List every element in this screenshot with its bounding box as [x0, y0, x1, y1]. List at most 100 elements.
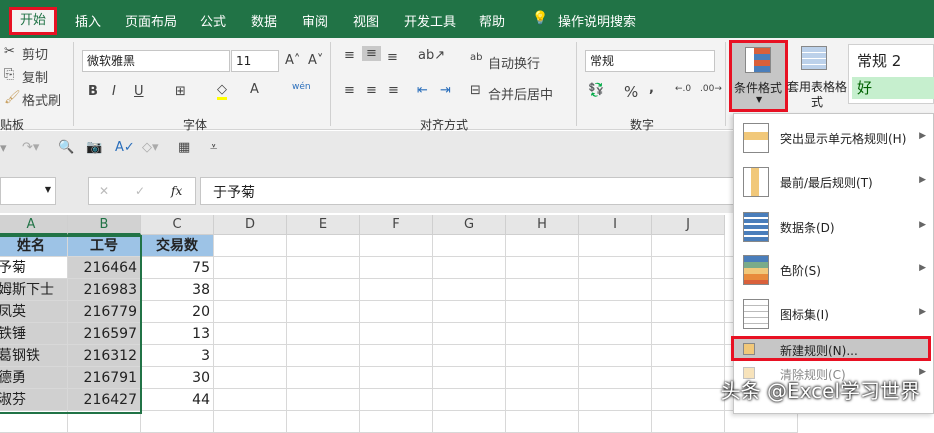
table-cell[interactable]: 30: [141, 367, 214, 389]
cell[interactable]: [652, 301, 725, 323]
cell[interactable]: [433, 411, 506, 433]
phonetic-button[interactable]: wén: [292, 82, 311, 92]
insert-function-button[interactable]: fx: [171, 184, 182, 198]
cell[interactable]: [433, 301, 506, 323]
column-header-F[interactable]: F: [360, 215, 433, 235]
font-size-select[interactable]: 11: [231, 50, 279, 72]
table-cell[interactable]: 75: [141, 257, 214, 279]
percent-button[interactable]: %: [624, 83, 638, 101]
tab-developer[interactable]: 开发工具: [404, 11, 456, 30]
cell[interactable]: [214, 411, 287, 433]
table-cell[interactable]: 3: [141, 345, 214, 367]
tab-page-layout[interactable]: 页面布局: [125, 11, 177, 30]
menu-item-3[interactable]: 色阶(S) ▶: [734, 249, 934, 291]
decrease-font-icon[interactable]: A˅: [308, 53, 323, 68]
conditional-formatting-button[interactable]: 条件格式 ▼: [729, 40, 788, 112]
table-cell[interactable]: 姆斯下士: [0, 279, 68, 301]
cell[interactable]: [652, 389, 725, 411]
cell[interactable]: [506, 411, 579, 433]
table-cell[interactable]: 20: [141, 301, 214, 323]
cell[interactable]: [579, 345, 652, 367]
format-painter-button[interactable]: 格式刷: [22, 90, 61, 109]
cell[interactable]: [433, 389, 506, 411]
column-header-A[interactable]: A: [0, 215, 68, 235]
decrease-indent-icon[interactable]: ⇤: [417, 83, 428, 98]
cell[interactable]: [579, 411, 652, 433]
cell[interactable]: [433, 323, 506, 345]
wrap-text-button[interactable]: 自动换行: [488, 53, 540, 72]
align-right-icon[interactable]: ≡: [388, 83, 399, 98]
italic-button[interactable]: I: [112, 84, 116, 99]
column-header-C[interactable]: C: [141, 215, 214, 235]
increase-font-icon[interactable]: A˄: [285, 53, 300, 68]
spelling-icon[interactable]: A✓: [115, 140, 135, 155]
cell[interactable]: [579, 279, 652, 301]
copy-button[interactable]: 复制: [22, 67, 48, 86]
table-cell[interactable]: 葛钢铁: [0, 345, 68, 367]
format-as-table-button[interactable]: 套用表格格式: [787, 80, 847, 110]
cell[interactable]: [506, 345, 579, 367]
cell[interactable]: [287, 411, 360, 433]
table-cell[interactable]: 予菊: [0, 257, 68, 279]
table-cell[interactable]: 216983: [68, 279, 141, 301]
tab-data[interactable]: 数据: [251, 11, 277, 30]
bold-button[interactable]: B: [88, 84, 98, 99]
cut-button[interactable]: 剪切: [22, 44, 48, 63]
align-bottom-icon[interactable]: ≡: [387, 50, 398, 65]
table-cell[interactable]: 216312: [68, 345, 141, 367]
cell[interactable]: [214, 301, 287, 323]
cell[interactable]: [652, 235, 725, 257]
tab-help[interactable]: 帮助: [479, 11, 505, 30]
table-cell[interactable]: 德勇: [0, 367, 68, 389]
table-cell[interactable]: 44: [141, 389, 214, 411]
border-icon[interactable]: ⊞: [175, 84, 186, 99]
fill-color-icon[interactable]: ◇: [217, 82, 227, 100]
cell[interactable]: [433, 235, 506, 257]
cell[interactable]: [287, 323, 360, 345]
cell[interactable]: [360, 345, 433, 367]
cancel-icon[interactable]: ✕: [99, 184, 109, 198]
cell[interactable]: [506, 235, 579, 257]
cell[interactable]: [214, 235, 287, 257]
cell[interactable]: [725, 411, 798, 433]
align-center-icon[interactable]: ≡: [366, 83, 377, 98]
table-cell[interactable]: 216597: [68, 323, 141, 345]
undo-icon[interactable]: ▾: [0, 141, 7, 156]
table-cell[interactable]: 216791: [68, 367, 141, 389]
cell[interactable]: [652, 367, 725, 389]
customize-qat-icon[interactable]: ⩡: [210, 140, 217, 155]
style-normal-2[interactable]: 常规 2: [857, 50, 901, 71]
cell[interactable]: [506, 301, 579, 323]
table-cell[interactable]: 38: [141, 279, 214, 301]
cell[interactable]: [287, 235, 360, 257]
print-preview-icon[interactable]: 🔍: [58, 140, 74, 155]
cell[interactable]: [214, 279, 287, 301]
tell-me-search[interactable]: 操作说明搜索: [558, 11, 636, 30]
cell[interactable]: [68, 411, 141, 433]
cell[interactable]: [287, 257, 360, 279]
number-format-select[interactable]: 常规: [585, 50, 715, 72]
cell[interactable]: [141, 411, 214, 433]
cell[interactable]: [652, 411, 725, 433]
cell[interactable]: [0, 411, 68, 433]
orientation-icon[interactable]: ab↗: [418, 48, 445, 63]
cell[interactable]: [287, 367, 360, 389]
cell[interactable]: [360, 301, 433, 323]
header-cell[interactable]: 交易数: [141, 235, 214, 257]
align-middle-icon[interactable]: ≡: [362, 46, 381, 61]
header-cell[interactable]: 姓名: [0, 235, 68, 257]
cell[interactable]: [433, 257, 506, 279]
cell[interactable]: [360, 367, 433, 389]
cell[interactable]: [214, 323, 287, 345]
cell[interactable]: [360, 411, 433, 433]
menu-item-0[interactable]: 突出显示单元格规则(H) ▶: [734, 117, 934, 159]
cell[interactable]: [579, 301, 652, 323]
chart-icon[interactable]: ▦: [178, 140, 190, 155]
column-header-D[interactable]: D: [214, 215, 287, 235]
column-header-J[interactable]: J: [652, 215, 725, 235]
increase-indent-icon[interactable]: ⇥: [440, 83, 451, 98]
name-box[interactable]: ▼: [0, 177, 56, 205]
cell[interactable]: [579, 367, 652, 389]
column-header-E[interactable]: E: [287, 215, 360, 235]
align-left-icon[interactable]: ≡: [344, 83, 355, 98]
